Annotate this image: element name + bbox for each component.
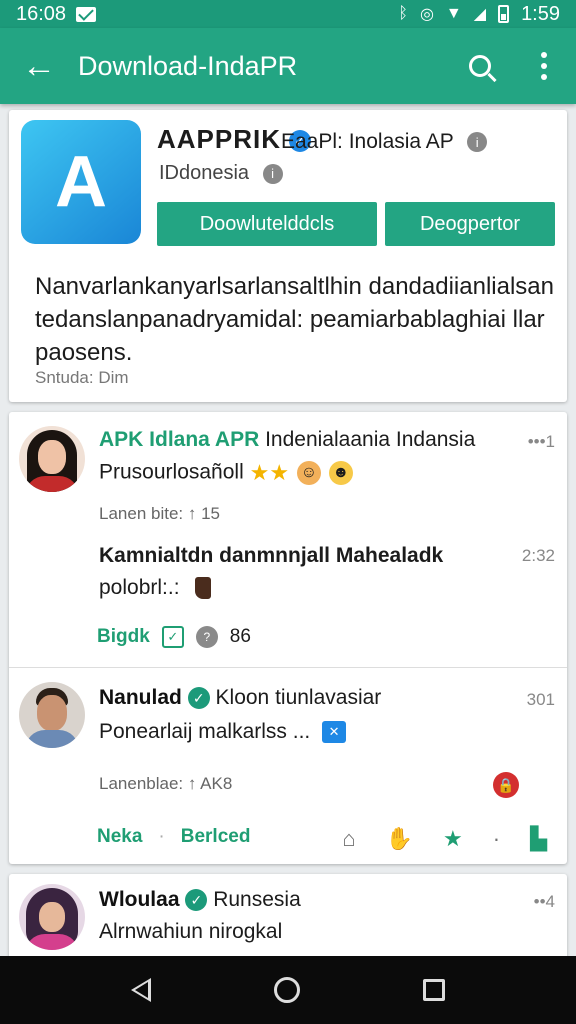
feed-card: APK Idlana APR Indenialaania Indansia ••… [9,412,567,864]
info-icon[interactable]: i [262,163,283,184]
mail-notification-icon [76,6,97,22]
card-footer-text: Sntuda: Dim [35,368,129,387]
post-meta: Lanen bite: ↑ 15 [99,504,220,523]
app-logo-icon: A [21,120,141,244]
country-label: IDdonesia i [159,162,283,185]
info-icon[interactable]: i [467,132,488,153]
action-label[interactable]: Neka [97,826,142,848]
wifi-icon: ▼ [445,5,462,22]
verified-icon: ✓ [187,687,210,710]
star-icon: ★ [249,460,270,485]
lock-icon[interactable]: 🔒 [493,772,519,798]
post-icon-row: ⌂ ✋ ★ · ▙ [342,826,547,852]
status-bar: 16:08 ᛒ ◎ ▼ ◢ 1:59 [0,0,576,28]
avatar[interactable] [19,426,85,492]
thumb-icon[interactable]: ✋ [386,826,413,852]
battery-icon [498,5,510,23]
avatar[interactable] [19,884,85,950]
developer-name[interactable]: EaaPl: Inolasia AP i [281,130,488,154]
post-title: Wloulaa ✓ Runsesia [99,888,301,912]
more-vert-icon [541,52,547,80]
star-icon[interactable]: ★ [443,826,463,852]
avatar[interactable] [19,682,85,748]
post-actions: Neka · Berlced [97,826,251,848]
page-title: Download-IndaPR [78,50,298,81]
overflow-menu-button[interactable] [512,28,576,104]
post-line: Prusourlosañoll ★★ ☺ ☻ [99,460,353,486]
shield-icon[interactable]: ✓ [161,626,184,648]
system-nav-bar [0,956,576,1024]
nav-back-icon[interactable] [131,978,152,1002]
action-label[interactable]: Berlced [181,826,251,848]
post-line: Ponearlaij malkarlss ... ✕ [99,720,347,744]
app-description: Nanvarlankanyarlsarlansaltlhin dandadiia… [35,273,554,366]
feed-post[interactable]: APK Idlana APR Indenialaania Indansia ••… [9,412,567,668]
search-icon [469,55,491,77]
post-meta: Lanenblae: ↑ AK8 [99,774,233,793]
post-time: 2:32 [521,546,555,565]
comment-count: 86 [229,626,251,647]
feed-post[interactable]: Nanulad ✓ Kloon tiunlavasiar 301 Ponearl… [9,668,567,864]
bluetooth-icon: ᛒ [398,5,408,22]
bookmark-icon[interactable]: ▙ [530,826,547,852]
emoji-icon: ☻ [328,461,353,485]
app-info-card: A AAPPRIK ✓ EaaPl: Inolasia AP i IDdones… [9,110,567,402]
star-icon: ★ [269,460,290,485]
nav-recents-icon[interactable] [422,979,445,1001]
search-button[interactable] [448,28,512,104]
status-time-right: 1:59 [521,2,560,25]
post-title: APK Idlana APR Indenialaania Indansia [99,428,476,451]
comment-icon[interactable]: ? [195,626,218,648]
action-label[interactable]: Bigdk [97,626,150,648]
status-time-left: 16:08 [16,2,67,25]
post-body-line: polobrl:.: [99,576,212,600]
emoji-icon: ☺ [296,461,321,485]
boot-icon [195,577,212,600]
post-time: •••1 [527,432,555,451]
post-body: Kamnialtdn danmnnjall Mahealadk [99,544,444,567]
badge-icon: ✕ [322,721,347,744]
verified-icon: ✓ [185,889,208,912]
home-icon[interactable]: ⌂ [342,826,355,852]
post-time: 301 [526,690,555,709]
app-bar: ← Download-IndaPR [0,28,576,104]
signal-icon: ◢ [473,6,487,23]
post-time: ••4 [533,892,555,911]
post-line: Alrnwahiun nirogkal [99,920,283,943]
vibrate-icon: ◎ [419,6,434,23]
post-title: Nanulad ✓ Kloon tiunlavasiar [99,686,382,710]
nav-home-icon[interactable] [273,977,300,1003]
back-arrow-icon[interactable]: ← [0,28,78,104]
download-button[interactable]: Doowlutelddcls [157,202,377,246]
feed-post[interactable]: Wloulaa ✓ Runsesia ••4 Alrnwahiun nirogk… [9,874,567,964]
developer-button[interactable]: Deogpertor [385,202,555,246]
post-actions: Bigdk ✓ ? 86 [97,626,251,648]
